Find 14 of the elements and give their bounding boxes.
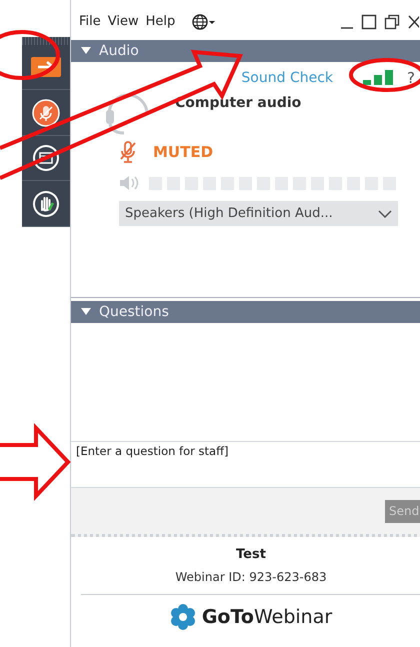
panel-title: Audio	[99, 43, 139, 59]
menu-item[interactable]: File	[79, 14, 101, 29]
question-input[interactable]: [Enter a question for staff]	[71, 441, 420, 488]
panel-title: Questions	[99, 304, 169, 320]
panel-header[interactable]: Audio	[71, 40, 420, 62]
brand-logo-text: GoToWebinar	[202, 606, 332, 628]
speaker-dropdown[interactable]: Speakers (High Definition Aud...	[119, 201, 398, 226]
menu-item[interactable]: View	[108, 14, 139, 29]
webinar-title: Test	[236, 547, 266, 562]
mic-status: MUTED	[153, 143, 214, 161]
help-icon[interactable]: ?	[407, 69, 415, 87]
menu-item[interactable]: Help	[146, 14, 176, 29]
panel-header[interactable]: Questions	[71, 301, 420, 323]
webinar-id: Webinar ID: 923-623-683	[175, 570, 327, 584]
